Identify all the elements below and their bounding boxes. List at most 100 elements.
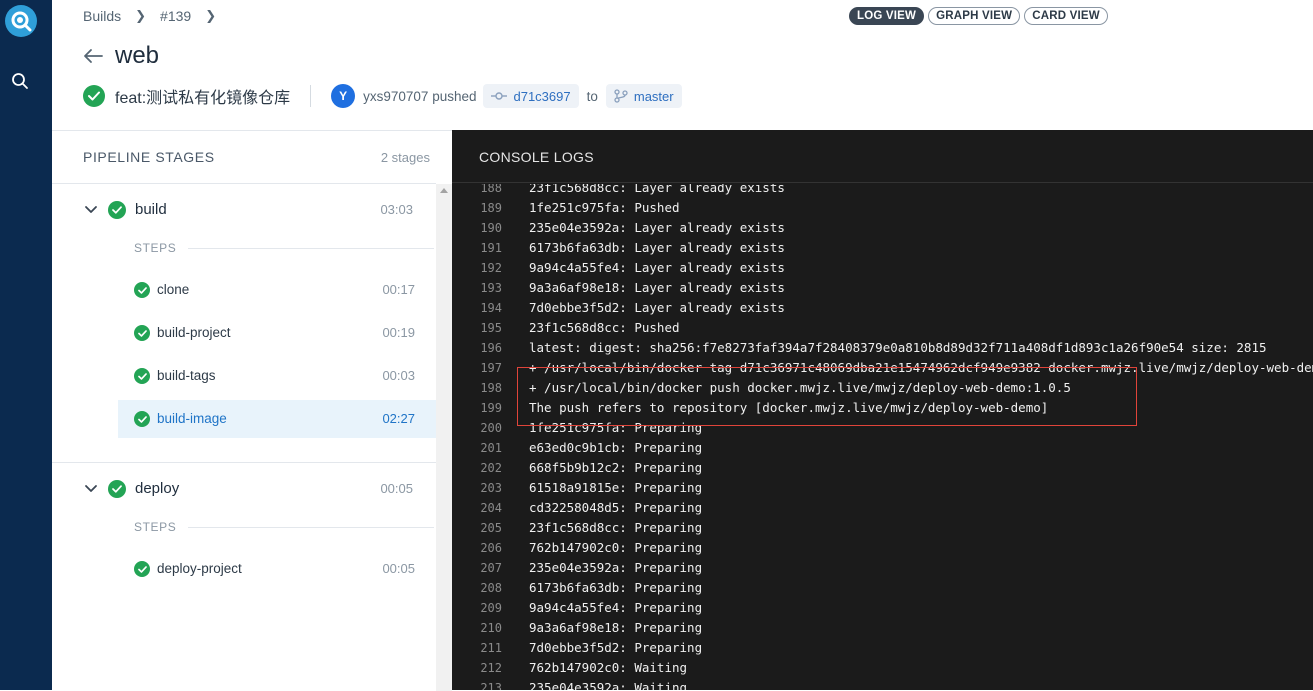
avatar: Y bbox=[331, 84, 356, 108]
success-check-icon bbox=[134, 368, 150, 384]
log-line-number: 200 bbox=[480, 421, 502, 435]
step-build-image[interactable]: build-image 02:27 bbox=[118, 400, 436, 438]
log-line-text: 61518a91815e: Preparing bbox=[529, 480, 703, 495]
commit-sha-link[interactable]: d71c3697 bbox=[483, 84, 579, 108]
search-icon[interactable] bbox=[10, 71, 30, 91]
log-line: 190 235e04e3592a: Layer already exists bbox=[452, 218, 1313, 238]
step-name: build-image bbox=[157, 411, 227, 426]
commit-author-action: yxs970707 pushed bbox=[363, 88, 477, 104]
log-line-number: 191 bbox=[480, 241, 502, 255]
commit-to-label: to bbox=[586, 88, 598, 104]
log-line: 202 668f5b9b12c2: Preparing bbox=[452, 458, 1313, 478]
page-header: web bbox=[83, 41, 159, 71]
log-line: 193 9a3a6af98e18: Layer already exists bbox=[452, 278, 1313, 298]
chevron-down-icon[interactable] bbox=[84, 203, 98, 217]
step-name: clone bbox=[157, 282, 190, 297]
log-line-number: 205 bbox=[480, 521, 502, 535]
log-line-text: 6173b6fa63db: Preparing bbox=[529, 580, 703, 595]
pipeline-stages-title: PIPELINE STAGES bbox=[83, 149, 215, 165]
log-line: 191 6173b6fa63db: Layer already exists bbox=[452, 238, 1313, 258]
app-logo-icon[interactable] bbox=[5, 5, 37, 37]
log-line-number: 202 bbox=[480, 461, 502, 475]
scroll-up-icon[interactable] bbox=[440, 188, 448, 193]
log-line: 204 cd32258048d5: Preparing bbox=[452, 498, 1313, 518]
log-line-text: + /usr/local/bin/docker push docker.mwjz… bbox=[529, 380, 1071, 395]
log-line: 201 e63ed0c9b1cb: Preparing bbox=[452, 438, 1313, 458]
divider bbox=[52, 462, 436, 463]
stage-name: deploy bbox=[135, 480, 180, 497]
steps-label: STEPS bbox=[134, 520, 434, 534]
log-line-number: 197 bbox=[480, 361, 502, 375]
pipeline-stages-header: PIPELINE STAGES 2 stages bbox=[52, 131, 436, 184]
console-log-output[interactable]: 188 23f1c568d8cc: Layer already exists 189… bbox=[452, 184, 1313, 690]
log-line: 199 The push refers to repository [docker… bbox=[452, 398, 1313, 418]
log-line-text: 7d0ebbe3f5d2: Layer already exists bbox=[529, 300, 785, 315]
chevron-right-icon: ❯ bbox=[135, 8, 147, 23]
log-line: 189 1fe251c975fa: Pushed bbox=[452, 198, 1313, 218]
log-line-number: 209 bbox=[480, 601, 502, 615]
steps-label-text: STEPS bbox=[134, 241, 177, 255]
log-line-number: 211 bbox=[480, 641, 502, 655]
back-arrow-icon[interactable] bbox=[83, 45, 105, 67]
log-line-text: 762b147902c0: Preparing bbox=[529, 540, 703, 555]
log-line-number: 189 bbox=[480, 201, 502, 215]
step-clone[interactable]: clone 00:17 bbox=[118, 271, 436, 309]
steps-label-text: STEPS bbox=[134, 520, 177, 534]
log-line-text: 9a3a6af98e18: Layer already exists bbox=[529, 280, 785, 295]
divider bbox=[188, 248, 434, 249]
log-line-number: 213 bbox=[480, 681, 502, 690]
pipeline-stages-panel: PIPELINE STAGES 2 stages build 03:03 STE… bbox=[52, 130, 452, 691]
stage-count: 2 stages bbox=[380, 150, 430, 165]
console-logs-title: CONSOLE LOGS bbox=[479, 149, 594, 165]
scrollbar[interactable] bbox=[436, 184, 452, 691]
log-line-number: 188 bbox=[480, 184, 502, 195]
log-line-text: latest: digest: sha256:f7e8273faf394a7f2… bbox=[529, 340, 1267, 355]
step-deploy-project[interactable]: deploy-project 00:05 bbox=[118, 550, 436, 588]
log-line-text: 7d0ebbe3f5d2: Preparing bbox=[529, 640, 703, 655]
breadcrumb-build-number[interactable]: #139 bbox=[160, 8, 191, 24]
log-line: 192 9a94c4a55fe4: Layer already exists bbox=[452, 258, 1313, 278]
log-line-number: 201 bbox=[480, 441, 502, 455]
step-duration: 00:03 bbox=[382, 368, 415, 383]
step-duration: 00:05 bbox=[382, 561, 415, 576]
console-logs-panel: CONSOLE LOGS 188 23f1c568d8cc: Layer alre… bbox=[452, 130, 1313, 690]
branch-link[interactable]: master bbox=[605, 84, 682, 108]
log-line: 208 6173b6fa63db: Preparing bbox=[452, 578, 1313, 598]
log-line-number: 206 bbox=[480, 541, 502, 555]
branch-icon bbox=[614, 89, 628, 103]
step-build-project[interactable]: build-project 00:19 bbox=[118, 314, 436, 352]
stage-build[interactable]: build 03:03 bbox=[52, 189, 436, 231]
log-line-text: e63ed0c9b1cb: Preparing bbox=[529, 440, 703, 455]
success-check-icon bbox=[134, 561, 150, 577]
log-line-number: 192 bbox=[480, 261, 502, 275]
log-line-text: 235e04e3592a: Waiting bbox=[529, 680, 688, 690]
log-line: 196 latest: digest: sha256:f7e8273faf394a… bbox=[452, 338, 1313, 358]
log-line-text: The push refers to repository [docker.mw… bbox=[529, 400, 1049, 415]
log-line: 210 9a3a6af98e18: Preparing bbox=[452, 618, 1313, 638]
log-line-number: 210 bbox=[480, 621, 502, 635]
log-line-number: 198 bbox=[480, 381, 502, 395]
log-line: 205 23f1c568d8cc: Preparing bbox=[452, 518, 1313, 538]
step-build-tags[interactable]: build-tags 00:03 bbox=[118, 357, 436, 395]
log-view-button[interactable]: LOG VIEW bbox=[849, 7, 925, 25]
log-line: 200 1fe251c975fa: Preparing bbox=[452, 418, 1313, 438]
card-view-button[interactable]: CARD VIEW bbox=[1024, 7, 1108, 25]
log-line-number: 190 bbox=[480, 221, 502, 235]
log-line-number: 212 bbox=[480, 661, 502, 675]
log-line: 194 7d0ebbe3f5d2: Layer already exists bbox=[452, 298, 1313, 318]
stage-deploy[interactable]: deploy 00:05 bbox=[52, 468, 436, 510]
log-line-text: 23f1c568d8cc: Preparing bbox=[529, 520, 703, 535]
log-line-number: 196 bbox=[480, 341, 502, 355]
success-check-icon bbox=[83, 85, 105, 107]
log-line-number: 194 bbox=[480, 301, 502, 315]
log-line-number: 199 bbox=[480, 401, 502, 415]
log-line: 209 9a94c4a55fe4: Preparing bbox=[452, 598, 1313, 618]
log-line: 195 23f1c568d8cc: Pushed bbox=[452, 318, 1313, 338]
stage-duration: 00:05 bbox=[380, 481, 413, 496]
success-check-icon bbox=[134, 325, 150, 341]
step-duration: 00:19 bbox=[382, 325, 415, 340]
step-duration: 02:27 bbox=[382, 411, 415, 426]
graph-view-button[interactable]: GRAPH VIEW bbox=[928, 7, 1021, 25]
chevron-down-icon[interactable] bbox=[84, 482, 98, 496]
breadcrumb-builds[interactable]: Builds bbox=[83, 8, 121, 24]
